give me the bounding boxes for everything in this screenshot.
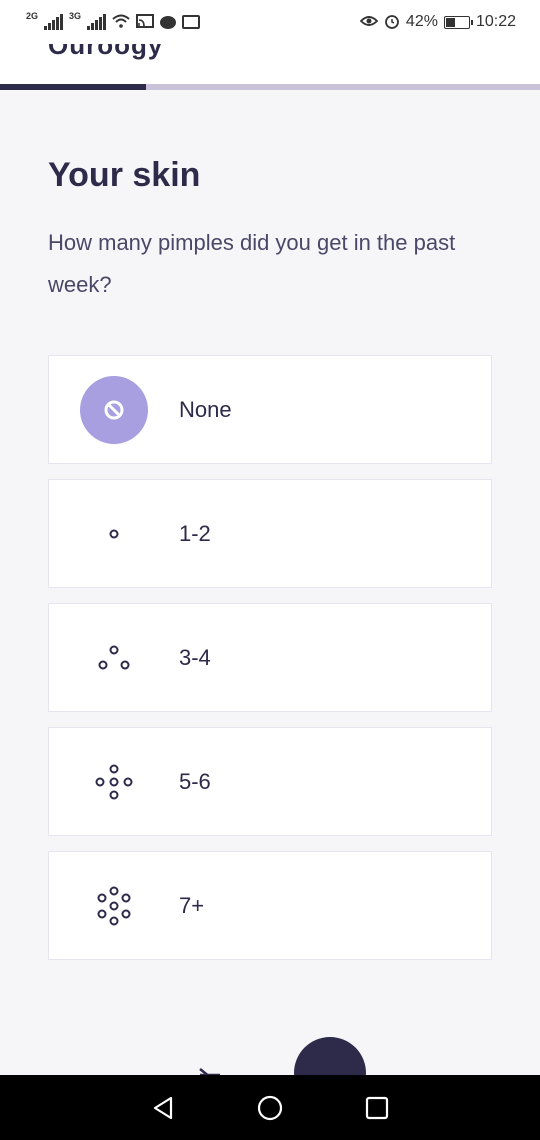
options-list: None 1-2 3-4 5-6 7+ [48, 355, 492, 975]
status-bar-left: 2G 3G [26, 11, 201, 31]
option-5-6[interactable]: 5-6 [48, 727, 492, 836]
status-bar: 2G 3G 42% 10:22 [0, 0, 540, 44]
alarm-icon [384, 13, 400, 32]
screen-cast-icon [136, 13, 155, 31]
message-icon [160, 15, 177, 29]
clock-time: 10:22 [475, 13, 516, 30]
option-1-2[interactable]: 1-2 [48, 479, 492, 588]
seven-dots-icon [97, 886, 131, 925]
eye-icon [359, 15, 379, 30]
option-label: 3-4 [179, 644, 211, 670]
no-symbol-icon [104, 400, 124, 419]
page-title: Your skin [48, 156, 201, 194]
signal-strength-icon-2 [87, 14, 107, 30]
option-selected-indicator [80, 375, 148, 444]
system-home-button[interactable] [250, 1088, 290, 1128]
signal-strength-icon [44, 14, 64, 30]
wifi-icon [112, 14, 130, 31]
system-back-button[interactable] [143, 1088, 183, 1128]
status-bar-right: 42% 10:22 [359, 13, 516, 32]
triangle-back-icon [154, 1096, 173, 1119]
option-7-plus[interactable]: 7+ [48, 851, 492, 960]
system-recents-button[interactable] [357, 1088, 397, 1128]
option-none[interactable]: None [48, 355, 492, 464]
option-label: 1-2 [179, 520, 211, 546]
three-dots-icon [98, 645, 130, 669]
one-dot-icon [109, 529, 119, 538]
option-label: 7+ [179, 892, 205, 918]
mail-icon [182, 15, 201, 29]
battery-percent: 42% [405, 13, 438, 30]
five-dots-icon [95, 764, 133, 799]
circle-home-icon [257, 1095, 283, 1120]
question-text: How many pimples did you get in the past… [48, 230, 456, 297]
progress-bar [0, 84, 540, 90]
option-label: 5-6 [179, 768, 211, 794]
battery-icon [443, 15, 473, 29]
progress-bar-fill [0, 84, 146, 90]
top-header: Ouroogy [0, 44, 540, 84]
system-nav-bar [0, 1075, 540, 1140]
network-type-2g: 2G [26, 11, 39, 21]
square-recents-icon [365, 1096, 388, 1119]
network-type-3g: 3G [69, 11, 82, 21]
option-label: None [179, 396, 232, 422]
header-title: Ouroogy [48, 44, 164, 60]
option-3-4[interactable]: 3-4 [48, 603, 492, 712]
